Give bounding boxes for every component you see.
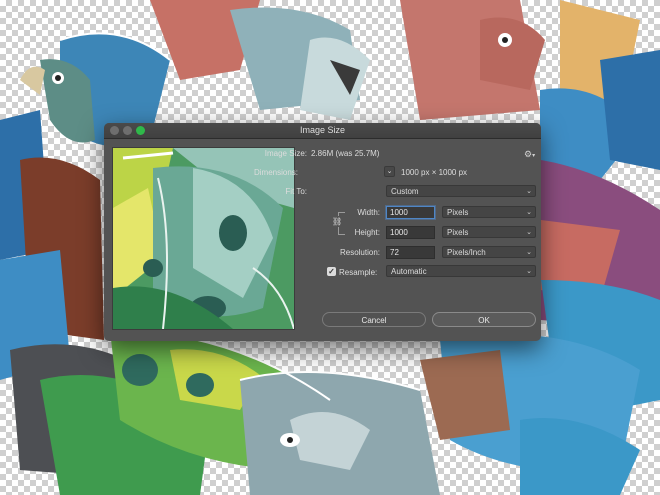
chevron-down-icon: ⌄ — [386, 168, 393, 175]
resample-checkbox[interactable]: ✓ — [327, 267, 336, 276]
chain-link-icon[interactable]: ⛓ — [332, 216, 342, 227]
fit-to-label: Fit To: — [285, 187, 307, 196]
width-unit-select[interactable]: Pixels ⌄ — [442, 206, 536, 218]
resolution-unit-select[interactable]: Pixels/Inch ⌄ — [442, 246, 536, 258]
resample-selected-value: Automatic — [391, 267, 427, 276]
resolution-label: Resolution: — [339, 248, 380, 257]
ok-button[interactable]: OK — [432, 312, 536, 327]
height-label: Height: — [354, 228, 380, 237]
width-input[interactable]: 1000 — [386, 206, 435, 219]
dimensions-units-toggle[interactable]: ⌄ — [384, 166, 395, 177]
height-input[interactable]: 1000 — [386, 226, 435, 239]
width-unit-value: Pixels — [447, 208, 469, 217]
height-unit-value: Pixels — [447, 228, 469, 237]
image-size-dialog: Image Size Image Size: 2.86M (was 25.7M)… — [104, 123, 541, 341]
height-unit-select[interactable]: Pixels ⌄ — [442, 226, 536, 238]
chevron-down-icon: ⌄ — [526, 229, 532, 236]
image-size-value: 2.86M (was 25.7M) — [311, 149, 380, 158]
dialog-titlebar[interactable]: Image Size — [104, 123, 541, 139]
fit-to-selected-value: Custom — [391, 187, 419, 196]
chevron-down-icon: ⌄ — [526, 188, 532, 195]
chevron-down-icon: ⌄ — [526, 209, 532, 216]
dialog-title: Image Size — [299, 125, 346, 135]
fit-to-select[interactable]: Custom ⌄ — [386, 185, 536, 197]
dimensions-label: Dimensions: — [253, 168, 298, 177]
resample-select[interactable]: Automatic ⌄ — [386, 265, 536, 277]
width-label: Width: — [357, 208, 380, 217]
image-size-label: Image Size: — [264, 149, 307, 158]
chevron-down-icon: ⌄ — [526, 268, 532, 275]
resolution-unit-value: Pixels/Inch — [447, 248, 486, 257]
gear-icon[interactable]: ⚙▾ — [524, 149, 535, 160]
chevron-down-icon: ⌄ — [526, 249, 532, 256]
resolution-input[interactable]: 72 — [386, 246, 435, 259]
dimensions-value: 1000 px × 1000 px — [401, 168, 468, 177]
cancel-button[interactable]: Cancel — [322, 312, 426, 327]
resample-label: Resample: — [339, 268, 378, 277]
